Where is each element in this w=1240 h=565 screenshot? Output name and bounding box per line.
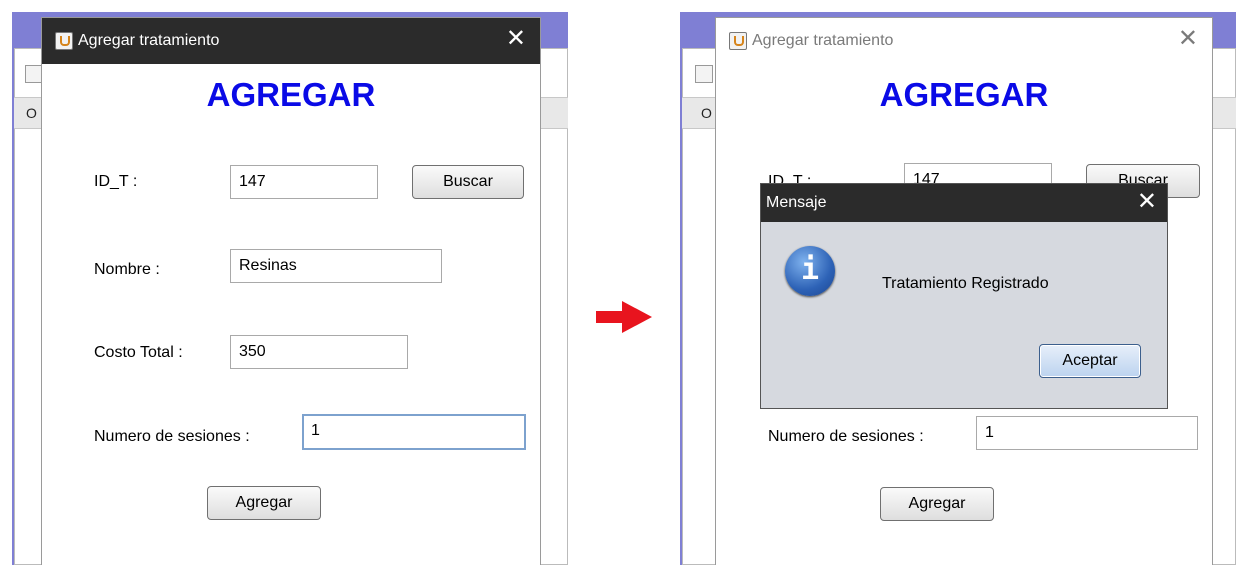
java-cup-icon bbox=[55, 32, 73, 50]
background-menu-item[interactable]: O bbox=[26, 105, 37, 121]
background-java-icon bbox=[695, 65, 713, 83]
close-icon[interactable]: ✕ bbox=[1137, 188, 1157, 216]
dialog-title: Agregar tratamiento bbox=[752, 32, 894, 49]
sesiones-input[interactable]: 1 bbox=[302, 414, 526, 450]
message-text: Tratamiento Registrado bbox=[882, 275, 1049, 292]
sesiones-input[interactable]: 1 bbox=[976, 416, 1198, 450]
aceptar-button[interactable]: Aceptar bbox=[1039, 344, 1141, 378]
sesiones-label: Numero de sesiones : bbox=[768, 428, 924, 445]
dialog-title-bar[interactable]: Agregar tratamiento ✕ bbox=[716, 18, 1212, 64]
page-title: AGREGAR bbox=[879, 76, 1049, 113]
mensaje-dialog: Mensaje ✕ i Tratamiento Registrado Acept… bbox=[760, 183, 1168, 409]
agregar-tratamiento-dialog: Agregar tratamiento ✕ AGREGAR ID_T : 147… bbox=[42, 18, 540, 565]
right-screenshot: O Agregar tratamiento ✕ AGREGAR ID_T : 1… bbox=[670, 0, 1240, 565]
mensaje-title: Mensaje bbox=[766, 194, 827, 211]
nombre-label: Nombre : bbox=[94, 261, 160, 278]
dialog-title: Agregar tratamiento bbox=[78, 32, 220, 49]
info-icon: i bbox=[785, 246, 835, 296]
nombre-input[interactable]: Resinas bbox=[230, 249, 442, 283]
background-menu-item[interactable]: O bbox=[701, 105, 712, 121]
costo-input[interactable]: 350 bbox=[230, 335, 408, 369]
arrow-right-icon bbox=[596, 301, 652, 333]
id-label: ID_T : bbox=[94, 173, 138, 190]
info-icon-glyph: i bbox=[800, 252, 820, 287]
background-java-icon bbox=[25, 65, 43, 83]
left-screenshot: O Agregar tratamiento ✕ AGREGAR ID_T : 1… bbox=[0, 0, 580, 565]
costo-label: Costo Total : bbox=[94, 344, 183, 361]
buscar-button[interactable]: Buscar bbox=[412, 165, 524, 199]
java-cup-icon bbox=[729, 32, 747, 50]
sesiones-label: Numero de sesiones : bbox=[94, 428, 250, 445]
id-input[interactable]: 147 bbox=[230, 165, 378, 199]
agregar-button[interactable]: Agregar bbox=[207, 486, 321, 520]
close-icon[interactable]: ✕ bbox=[1178, 26, 1198, 52]
agregar-button[interactable]: Agregar bbox=[880, 487, 994, 521]
dialog-title-bar[interactable]: Agregar tratamiento ✕ bbox=[42, 18, 540, 64]
close-icon[interactable]: ✕ bbox=[506, 26, 526, 52]
mensaje-title-bar[interactable]: Mensaje ✕ bbox=[761, 184, 1167, 222]
page-title: AGREGAR bbox=[206, 76, 376, 113]
